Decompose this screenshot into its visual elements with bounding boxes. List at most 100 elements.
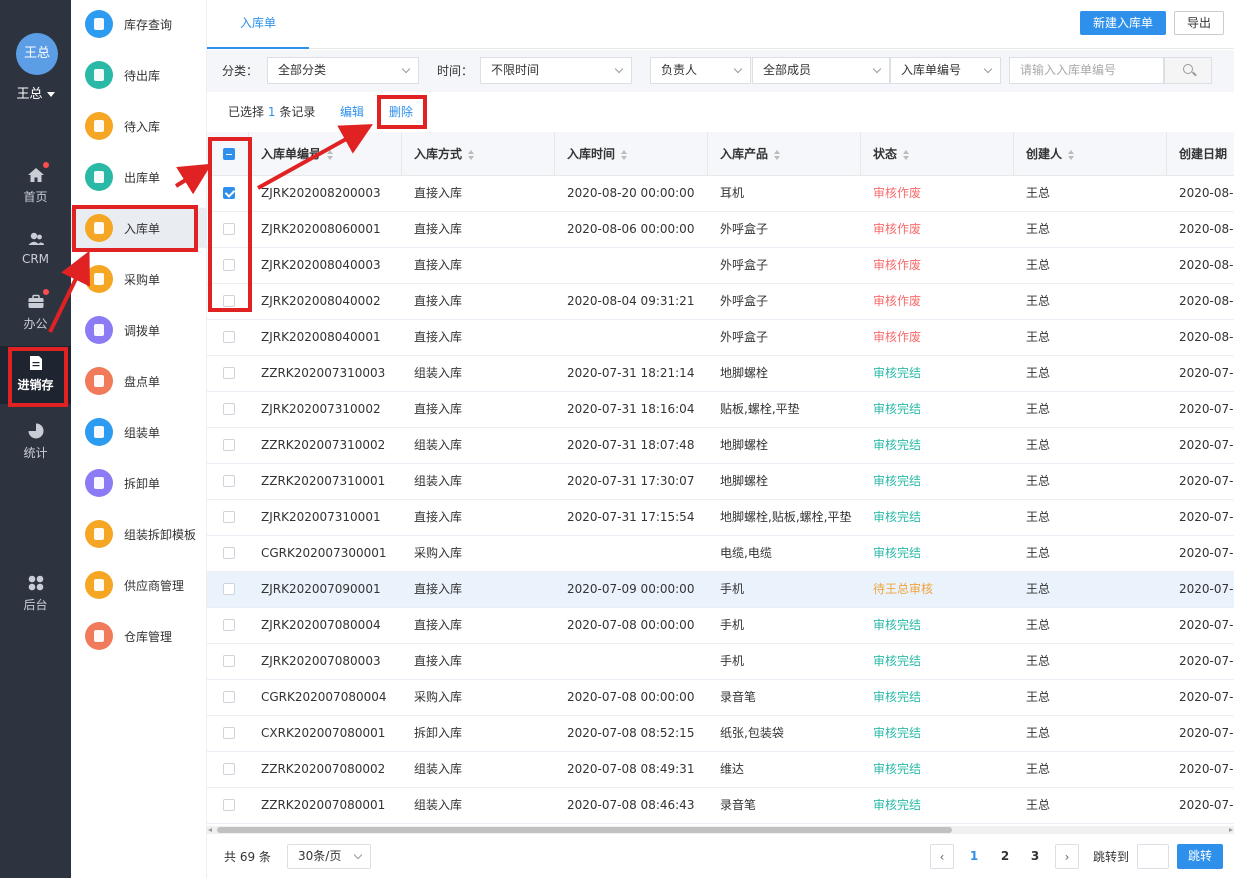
table-row[interactable]: CGRK202007080004 采购入库 2020-07-08 00:00:00 录…	[207, 680, 1234, 716]
submenu-item-assembly-order[interactable]: 组装单	[71, 412, 207, 452]
row-checkbox[interactable]	[223, 655, 235, 667]
table-row[interactable]: ZJRK202008040002 直接入库 2020-08-04 09:31:21 外…	[207, 284, 1234, 320]
sort-icon[interactable]	[468, 149, 475, 160]
table-row[interactable]: ZJRK202008200003 直接入库 2020-08-20 00:00:00 耳…	[207, 176, 1234, 212]
cell-id[interactable]: ZJRK202008040001	[249, 320, 402, 356]
cell-id[interactable]: ZJRK202008040002	[249, 284, 402, 320]
table-row[interactable]: ZJRK202008040003 直接入库 外呼盒子 审核作废 王总 2020-08-	[207, 248, 1234, 284]
row-checkbox[interactable]	[223, 547, 235, 559]
prev-page-button[interactable]: ‹	[930, 844, 954, 869]
submenu-item-outbound-order[interactable]: 出库单	[71, 157, 207, 197]
column-header[interactable]: 创建日期	[1167, 132, 1234, 176]
table-row[interactable]: ZZRK202007310001 组装入库 2020-07-31 17:30:07 地…	[207, 464, 1234, 500]
cell-id[interactable]: ZJRK202008200003	[249, 176, 402, 212]
rail-item-home[interactable]: 首页	[0, 158, 71, 216]
submenu-item-transfer-order[interactable]: 调拨单	[71, 310, 207, 350]
row-checkbox[interactable]	[223, 727, 235, 739]
row-checkbox[interactable]	[223, 475, 235, 487]
cell-id[interactable]: ZJRK202007310002	[249, 392, 402, 428]
row-checkbox[interactable]	[223, 511, 235, 523]
jump-page-input[interactable]	[1137, 844, 1169, 869]
table-row[interactable]: CXRK202007080001 拆卸入库 2020-07-08 08:52:15 纸…	[207, 716, 1234, 752]
edit-button[interactable]: 编辑	[340, 92, 364, 132]
submenu-item-disassembly-order[interactable]: 拆卸单	[71, 463, 207, 503]
owner-select[interactable]: 负责人	[650, 57, 751, 84]
cell-id[interactable]: CXRK202007080001	[249, 716, 402, 752]
scrollbar-thumb[interactable]	[217, 827, 952, 833]
table-row[interactable]: ZJRK202007310001 直接入库 2020-07-31 17:15:54 地…	[207, 500, 1234, 536]
avatar[interactable]: 王总	[16, 33, 58, 75]
cell-id[interactable]: CGRK202007080004	[249, 680, 402, 716]
page-button[interactable]: 2	[993, 844, 1017, 869]
row-checkbox[interactable]	[223, 331, 235, 343]
page-button[interactable]: 1	[962, 844, 986, 869]
cell-id[interactable]: CGRK202007300001	[249, 536, 402, 572]
submenu-item-supplier-management[interactable]: 供应商管理	[71, 565, 207, 605]
jump-button[interactable]: 跳转	[1177, 844, 1223, 869]
cell-id[interactable]: ZZRK202007080002	[249, 752, 402, 788]
row-checkbox[interactable]	[223, 403, 235, 415]
user-menu[interactable]: 王总	[0, 83, 71, 102]
column-header[interactable]: 入库方式	[402, 132, 555, 176]
rail-item-inventory[interactable]: 进销存	[0, 346, 71, 407]
sort-icon[interactable]	[903, 149, 910, 160]
members-select[interactable]: 全部成员	[752, 57, 890, 84]
table-row[interactable]: CGRK202007300001 采购入库 电缆,电缆 审核完结 王总 2020-07-	[207, 536, 1234, 572]
row-checkbox[interactable]	[223, 367, 235, 379]
category-select[interactable]: 全部分类	[267, 57, 419, 84]
table-row[interactable]: ZZRK202007310003 组装入库 2020-07-31 18:21:14 地…	[207, 356, 1234, 392]
table-row[interactable]: ZJRK202007080004 直接入库 2020-07-08 00:00:00 手…	[207, 608, 1234, 644]
sort-icon[interactable]	[327, 149, 334, 160]
time-select[interactable]: 不限时间	[480, 57, 632, 84]
next-page-button[interactable]: ›	[1055, 844, 1079, 869]
cell-id[interactable]: ZJRK202007080004	[249, 608, 402, 644]
row-checkbox[interactable]	[223, 583, 235, 595]
submenu-item-purchase-order[interactable]: 采购单	[71, 259, 207, 299]
row-checkbox[interactable]	[223, 619, 235, 631]
table-row[interactable]: ZZRK202007080001 组装入库 2020-07-08 08:46:43 录…	[207, 788, 1234, 824]
submenu-item-stock-query[interactable]: 库存查询	[71, 4, 207, 44]
column-header[interactable]: 状态	[861, 132, 1014, 176]
number-type-select[interactable]: 入库单编号	[890, 57, 1001, 84]
rail-item-backend[interactable]: 后台	[0, 566, 71, 624]
column-header[interactable]: 入库单编号	[249, 132, 402, 176]
table-row[interactable]: ZJRK202007310002 直接入库 2020-07-31 18:16:04 贴…	[207, 392, 1234, 428]
new-inbound-order-button[interactable]: 新建入库单	[1080, 11, 1166, 35]
submenu-item-stocktake-order[interactable]: 盘点单	[71, 361, 207, 401]
row-checkbox[interactable]	[223, 691, 235, 703]
rail-item-crm[interactable]: CRM	[0, 222, 71, 280]
page-size-select[interactable]: 30条/页	[287, 844, 371, 869]
export-button[interactable]: 导出	[1174, 11, 1224, 35]
cell-id[interactable]: ZJRK202007090001	[249, 572, 402, 608]
scroll-left-icon[interactable]	[208, 828, 212, 832]
submenu-item-pending-out[interactable]: 待出库	[71, 55, 207, 95]
cell-id[interactable]: ZZRK202007310003	[249, 356, 402, 392]
cell-id[interactable]: ZJRK202007080003	[249, 644, 402, 680]
cell-id[interactable]: ZZRK202007310001	[249, 464, 402, 500]
rail-item-office[interactable]: 办公	[0, 285, 71, 343]
row-checkbox[interactable]	[223, 439, 235, 451]
sort-icon[interactable]	[1068, 149, 1075, 160]
row-checkbox[interactable]	[223, 799, 235, 811]
column-header[interactable]: 入库产品	[708, 132, 861, 176]
table-row[interactable]: ZZRK202007310002 组装入库 2020-07-31 18:07:48 地…	[207, 428, 1234, 464]
cell-id[interactable]: ZJRK202008060001	[249, 212, 402, 248]
column-header[interactable]: 入库时间	[555, 132, 708, 176]
submenu-item-pending-in[interactable]: 待入库	[71, 106, 207, 146]
sort-icon[interactable]	[621, 149, 628, 160]
scroll-right-icon[interactable]	[1229, 828, 1233, 832]
table-row[interactable]: ZZRK202007080002 组装入库 2020-07-08 08:49:31 维…	[207, 752, 1234, 788]
table-row[interactable]: ZJRK202008060001 直接入库 2020-08-06 00:00:00 外…	[207, 212, 1234, 248]
table-row[interactable]: ZJRK202008040001 直接入库 外呼盒子 审核作废 王总 2020-08-	[207, 320, 1234, 356]
tab-inbound-order[interactable]: 入库单	[207, 0, 309, 49]
column-header[interactable]: 创建人	[1014, 132, 1167, 176]
sort-icon[interactable]	[774, 149, 781, 160]
cell-id[interactable]: ZJRK202007310001	[249, 500, 402, 536]
search-input[interactable]: 请输入入库单编号	[1009, 57, 1164, 84]
submenu-item-assembly-template[interactable]: 组装拆卸模板	[71, 514, 207, 554]
cell-id[interactable]: ZZRK202007080001	[249, 788, 402, 824]
table-row[interactable]: ZJRK202007090001 直接入库 2020-07-09 00:00:00 手…	[207, 572, 1234, 608]
cell-id[interactable]: ZZRK202007310002	[249, 428, 402, 464]
page-button[interactable]: 3	[1023, 844, 1047, 869]
table-row[interactable]: ZJRK202007080003 直接入库 手机 审核完结 王总 2020-07-	[207, 644, 1234, 680]
